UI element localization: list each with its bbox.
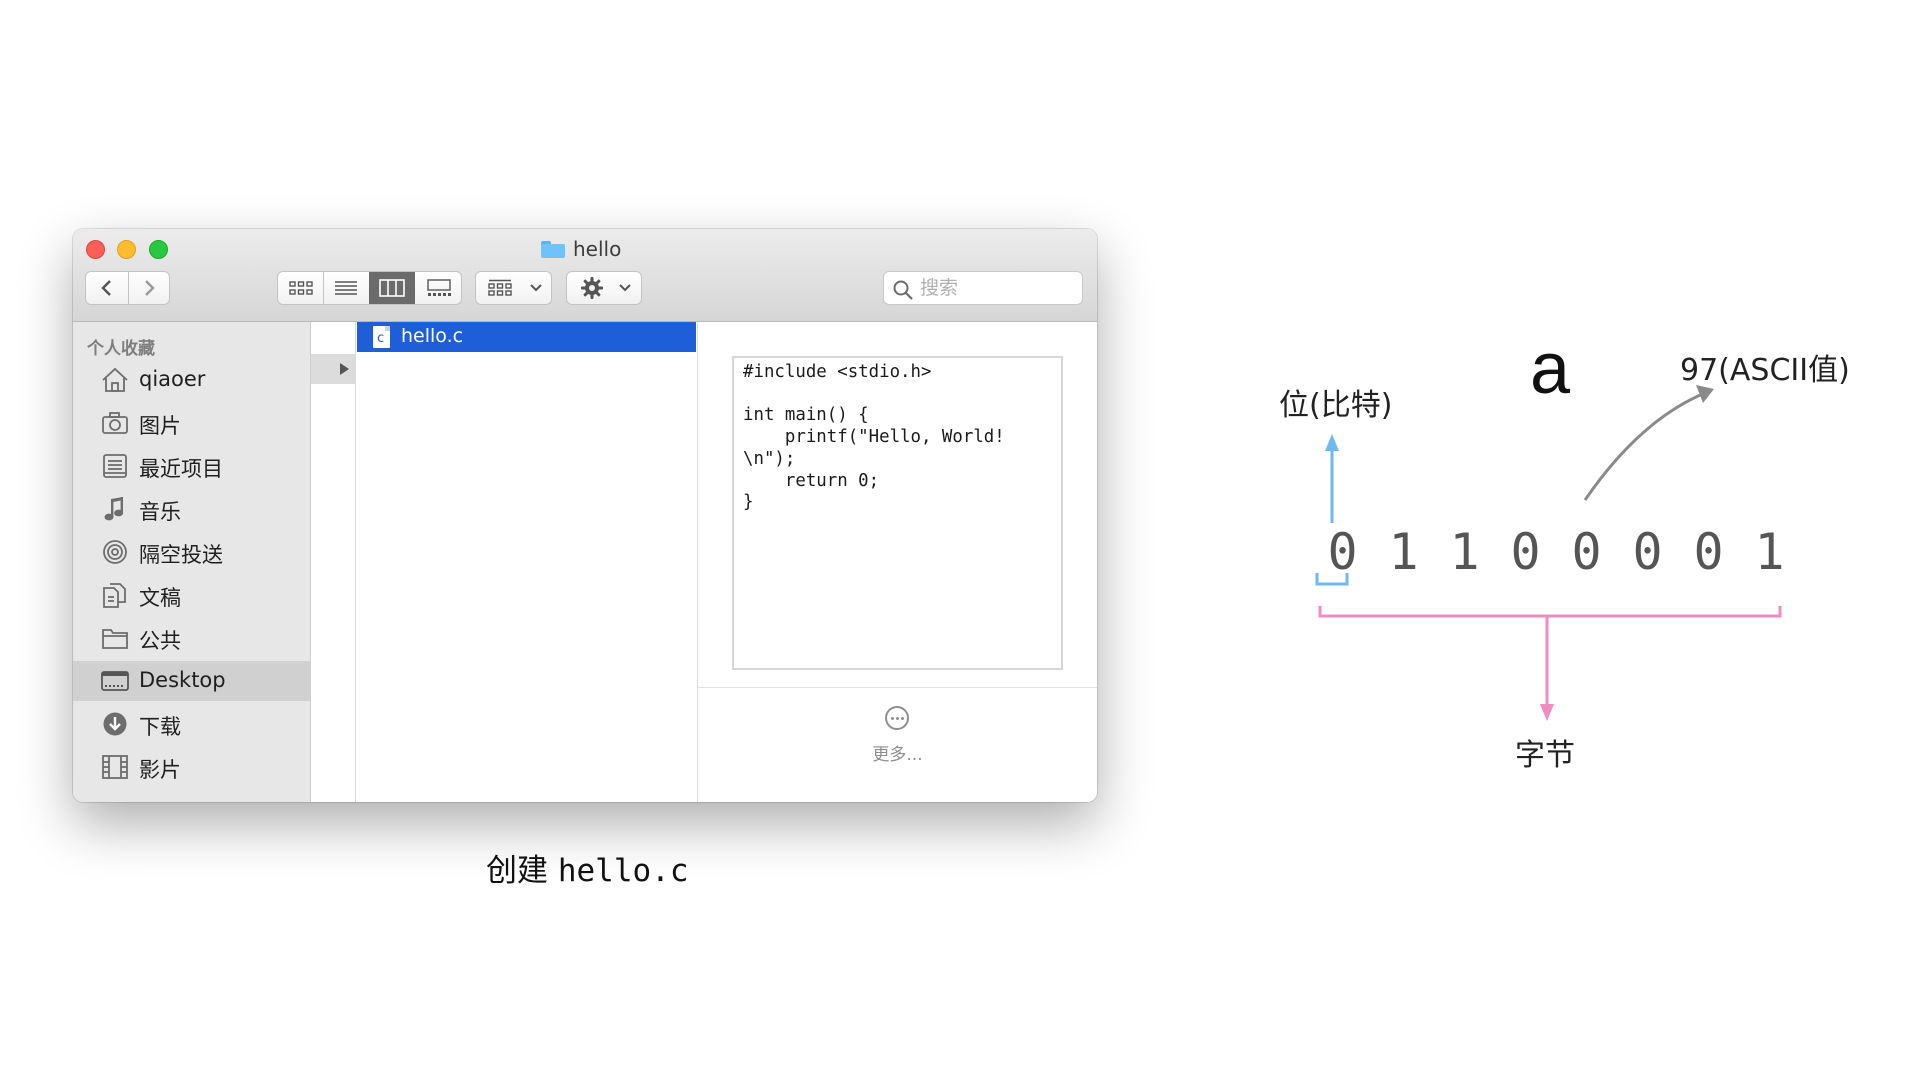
byte-label: 字节 xyxy=(1515,738,1575,773)
bit-digit: 0 xyxy=(1510,523,1541,581)
sidebar-item-label: 隔空投送 xyxy=(139,543,223,567)
list-view-icon xyxy=(335,281,357,295)
ascii-value-label: 97(ASCII值) xyxy=(1680,353,1850,388)
home-icon xyxy=(102,367,128,392)
sidebar-item-pictures[interactable]: 图片 xyxy=(73,403,310,443)
minimize-button[interactable] xyxy=(117,240,136,259)
bit-arrowhead xyxy=(1325,434,1339,451)
zoom-button[interactable] xyxy=(149,240,168,259)
sidebar-item-public[interactable]: 公共 xyxy=(73,618,310,658)
navigation-buttons xyxy=(85,271,170,305)
sidebar-item-label: 图片 xyxy=(139,414,181,438)
chevron-left-icon xyxy=(101,280,111,296)
sidebar-item-desktop[interactable]: Desktop xyxy=(73,661,310,701)
sidebar-item-label: qiaoer xyxy=(139,367,206,391)
search-icon xyxy=(893,280,913,300)
sidebar-item-documents[interactable]: 文稿 xyxy=(73,575,310,615)
airdrop-icon xyxy=(103,540,127,564)
caption-verb: 创建 xyxy=(486,853,548,889)
desktop-icon xyxy=(101,671,129,691)
sidebar-item-label: 最近项目 xyxy=(139,457,223,481)
camera-icon xyxy=(102,412,128,434)
folder-icon xyxy=(102,629,128,649)
sidebar-item-airdrop[interactable]: 隔空投送 xyxy=(73,532,310,572)
chevron-down-icon xyxy=(619,284,631,292)
group-icon xyxy=(488,279,512,296)
download-icon xyxy=(103,712,127,736)
caption-filename: hello.c xyxy=(557,853,689,889)
preview-pane: #include <stdio.h> int main() { printf("… xyxy=(698,322,1097,802)
finder-window: hello 搜索 个人收藏 qiaoer 图片 最近项目 音乐 隔空投送 文稿 … xyxy=(73,229,1097,802)
recents-icon xyxy=(103,454,127,478)
window-title: hello xyxy=(541,237,621,261)
gallery-view-button[interactable] xyxy=(416,272,461,304)
bit-digit: 1 xyxy=(1449,523,1480,581)
column-view-button[interactable] xyxy=(369,272,415,304)
bit-digit: 0 xyxy=(1327,523,1358,581)
bit-digit: 1 xyxy=(1754,523,1785,581)
film-icon xyxy=(102,755,128,779)
sidebar: 个人收藏 qiaoer 图片 最近项目 音乐 隔空投送 文稿 公共 Deskto… xyxy=(73,322,311,802)
sidebar-item-recents[interactable]: 最近项目 xyxy=(73,446,310,486)
character-a: a xyxy=(1530,329,1571,409)
sidebar-item-label: 影片 xyxy=(139,758,181,782)
icon-view-icon xyxy=(288,281,313,295)
bit-digit: 1 xyxy=(1388,523,1419,581)
file-name: hello.c xyxy=(401,325,464,347)
figure-caption: 创建 hello.c xyxy=(486,845,689,890)
view-mode-control xyxy=(277,271,462,305)
bit-sequence: 0 1 1 0 0 0 0 1 xyxy=(1312,523,1800,581)
sidebar-item-qiaoer[interactable]: qiaoer xyxy=(73,360,310,400)
documents-icon xyxy=(103,583,126,608)
window-title-text: hello xyxy=(573,237,622,261)
action-button[interactable] xyxy=(566,271,642,305)
bit-digit: 0 xyxy=(1632,523,1663,581)
browser-column-parent xyxy=(311,322,356,802)
browser-column-contents: c hello.c xyxy=(356,322,698,802)
sidebar-item-label: Desktop xyxy=(139,668,226,692)
back-button[interactable] xyxy=(86,272,128,304)
sidebar-item-label: 下载 xyxy=(139,715,181,739)
ascii-arrow-line xyxy=(1583,391,1706,501)
list-view-button[interactable] xyxy=(324,272,368,304)
byte-arrowhead xyxy=(1540,704,1554,721)
gallery-view-icon xyxy=(426,279,451,296)
more-icon[interactable] xyxy=(885,706,909,730)
chevron-right-icon xyxy=(145,280,155,296)
disclosure-arrow-icon xyxy=(340,363,349,375)
c-file-icon: c xyxy=(373,326,390,348)
icon-view-button[interactable] xyxy=(278,272,323,304)
group-by-button[interactable] xyxy=(475,271,552,305)
sidebar-heading: 个人收藏 xyxy=(87,339,155,359)
sidebar-item-label: 公共 xyxy=(139,629,181,653)
gear-icon xyxy=(581,277,603,299)
sidebar-item-music[interactable]: 音乐 xyxy=(73,489,310,529)
file-row-hello-c[interactable]: c hello.c xyxy=(357,322,696,352)
close-button[interactable] xyxy=(86,240,105,259)
sidebar-item-downloads[interactable]: 下载 xyxy=(73,704,310,744)
forward-button[interactable] xyxy=(129,272,169,304)
chevron-down-icon xyxy=(530,284,542,292)
search-input[interactable] xyxy=(920,276,1075,300)
sidebar-item-label: 文稿 xyxy=(139,586,181,610)
toolbar: hello xyxy=(73,229,1097,322)
bit-label: 位(比特) xyxy=(1279,388,1393,423)
sidebar-item-movies[interactable]: 影片 xyxy=(73,747,310,787)
source-code-preview: #include <stdio.h> int main() { printf("… xyxy=(743,362,1005,513)
search-field[interactable] xyxy=(883,271,1083,305)
bit-digit: 0 xyxy=(1693,523,1724,581)
sidebar-item-label: 音乐 xyxy=(139,500,181,524)
music-note-icon xyxy=(104,497,124,521)
parent-folder-row[interactable] xyxy=(311,354,355,384)
file-preview: #include <stdio.h> int main() { printf("… xyxy=(732,356,1063,670)
column-view-icon xyxy=(379,279,405,297)
byte-bracket xyxy=(1318,606,1782,618)
folder-icon xyxy=(541,240,565,258)
more-button[interactable]: 更多... xyxy=(698,740,1097,765)
bit-digit: 0 xyxy=(1571,523,1602,581)
